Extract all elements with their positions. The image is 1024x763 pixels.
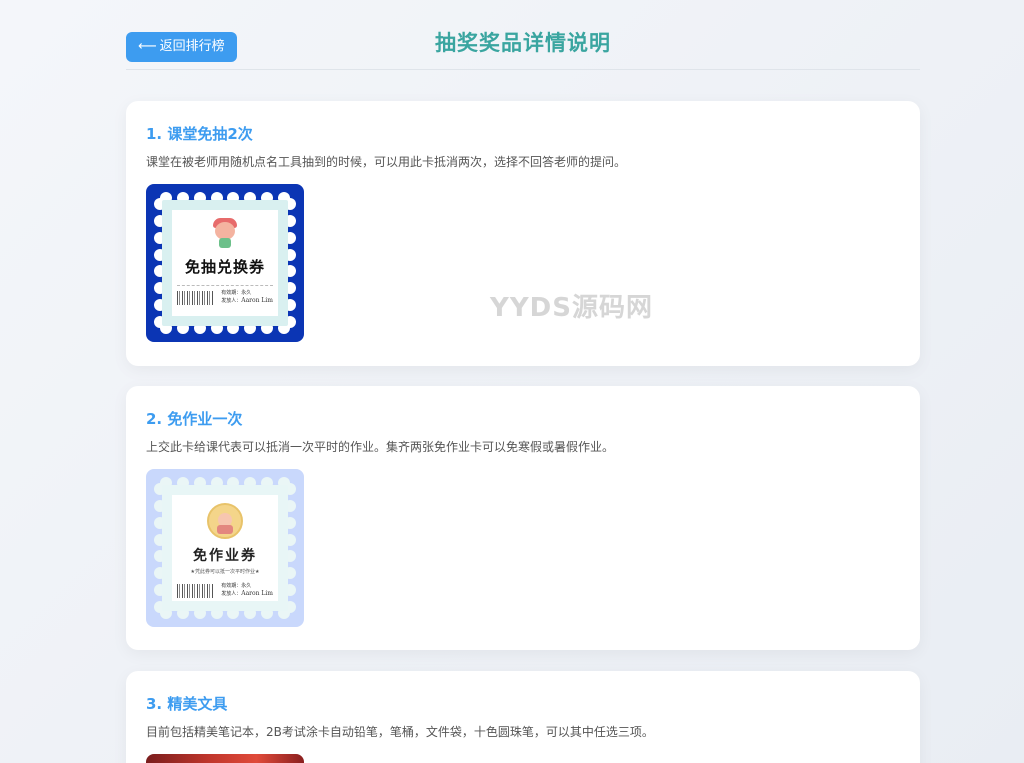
prize-card-2: 2. 免作业一次 上交此卡给课代表可以抵消一次平时的作业。集齐两张免作业卡可以免…	[126, 386, 920, 650]
barcode-icon	[177, 583, 213, 598]
voucher-date: 有效期：永久	[221, 290, 252, 296]
voucher-title: 免作业券	[193, 548, 257, 564]
prize-description: 课堂在被老师用随机点名工具抽到的时候，可以用此卡抵消两次，选择不回答老师的提问。	[146, 155, 627, 169]
prize-description: 上交此卡给课代表可以抵消一次平时的作业。集齐两张免作业卡可以免寒假或暑假作业。	[146, 440, 615, 454]
voucher-issuer-label: 发放人：	[221, 591, 242, 597]
voucher-title: 免抽兑换券	[184, 258, 265, 276]
voucher-issuer-label: 发放人：	[221, 298, 242, 304]
prize-card-3: 3. 精美文具 目前包括精美笔记本，2B考试涂卡自动铅笔，笔桶，文件袋，十色圆珠…	[126, 671, 920, 763]
voucher-subtitle: ★凭此券可以抵一次平时作业★	[190, 569, 260, 575]
page-container: ⟵ 返回排行榜 抽奖奖品详情说明 1. 课堂免抽2次 课堂在被老师用随机点名工具抽…	[126, 0, 920, 763]
watermark: YYDS源码网	[490, 293, 653, 323]
prize-voucher-image: 免抽兑换券 有效期：永久 发放人：Aaron Lim	[146, 184, 304, 342]
barcode-icon	[177, 290, 213, 305]
prize-title: 3. 精美文具	[146, 695, 228, 713]
page-title: 抽奖奖品详情说明	[435, 31, 611, 55]
prize-title: 2. 免作业一次	[146, 410, 243, 428]
prize-title: 1. 课堂免抽2次	[146, 125, 253, 143]
mascot-icon	[210, 218, 240, 248]
prize-description: 目前包括精美笔记本，2B考试涂卡自动铅笔，笔桶，文件袋，十色圆珠笔，可以其中任选…	[146, 725, 654, 739]
prize-card-1: 1. 课堂免抽2次 课堂在被老师用随机点名工具抽到的时候，可以用此卡抵消两次，选…	[126, 101, 920, 366]
page-header: ⟵ 返回排行榜 抽奖奖品详情说明	[126, 0, 920, 70]
prize-voucher-image: 免作业券 ★凭此券可以抵一次平时作业★ 有效期：永久 发放人：Aaron Lim	[146, 469, 304, 627]
prize-stationery-image	[146, 754, 304, 763]
voucher-issuer-name: Aaron Lim	[241, 590, 273, 597]
voucher-issuer-name: Aaron Lim	[241, 297, 273, 304]
voucher-date: 有效期：永久	[221, 583, 252, 589]
mascot-badge-icon	[207, 503, 243, 539]
